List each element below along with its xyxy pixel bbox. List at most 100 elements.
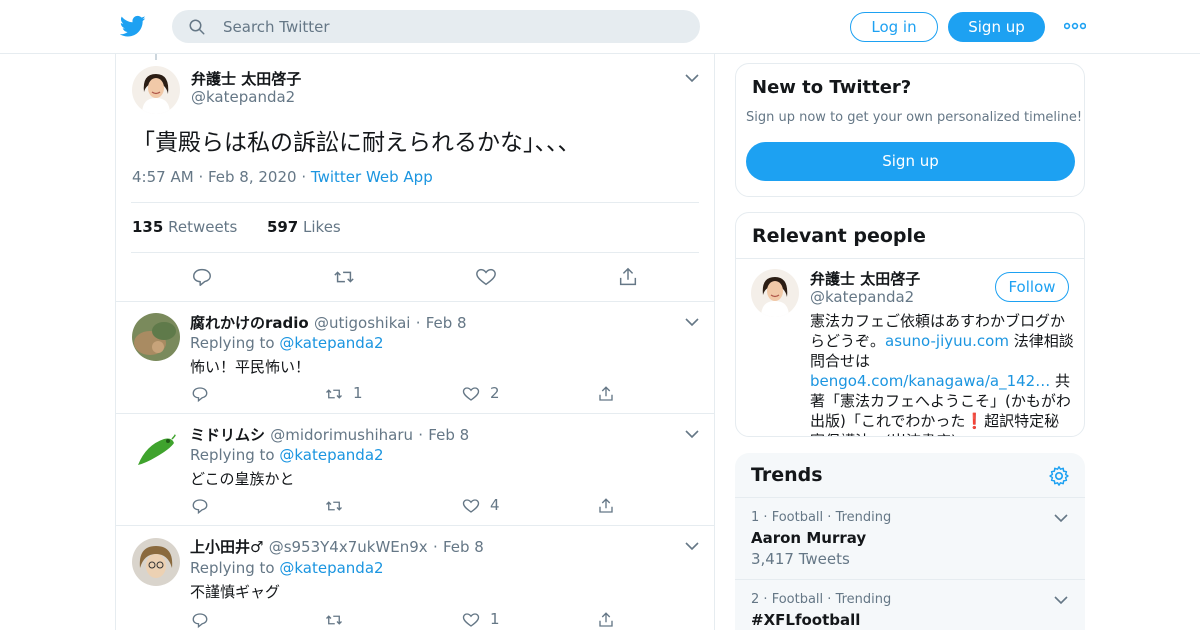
card-subtitle: Sign up now to get your own personalized… xyxy=(746,110,1083,125)
thread-connector xyxy=(155,54,157,60)
reply-icon xyxy=(192,387,208,403)
search-placeholder: Search Twitter xyxy=(223,18,330,36)
reply-author-name[interactable]: 上小田井♂ xyxy=(190,538,263,556)
person-name[interactable]: 弁護士 太田啓子 xyxy=(810,268,920,289)
timeline-column: 弁護士 太田啓子 @katepanda2 「貴殿らは私の訴訟に耐えられるかな」、… xyxy=(115,54,715,630)
avatar[interactable] xyxy=(132,425,180,473)
trend-meta: 1 · Football · Trending xyxy=(751,510,891,525)
trend-rank: 2 xyxy=(751,592,760,607)
search-box[interactable]: Search Twitter xyxy=(172,10,700,43)
reply-author-name[interactable]: 腐れかけのradio xyxy=(190,314,309,332)
trends-card: Trends 1 · Football · Trending Aaron Mur… xyxy=(735,453,1085,630)
avatar[interactable] xyxy=(751,269,799,317)
trend-item[interactable]: 2 · Football · Trending #XFLfootball xyxy=(735,579,1085,630)
chevron-down-icon[interactable] xyxy=(685,317,699,327)
reply-date[interactable]: Feb 8 xyxy=(426,314,467,332)
follow-button[interactable]: Follow xyxy=(995,272,1069,302)
heart-icon[interactable] xyxy=(475,266,497,288)
login-button[interactable]: Log in xyxy=(850,12,938,42)
chevron-down-icon[interactable] xyxy=(685,73,699,83)
trend-rank: 1 xyxy=(751,510,760,525)
reply-text: どこの皇族かと xyxy=(190,470,295,488)
author-name[interactable]: 弁護士 太田啓子 xyxy=(191,68,301,89)
divider xyxy=(736,258,1084,259)
reply-author-handle[interactable]: @utigoshikai xyxy=(314,314,411,332)
reply-text: 怖い！平民怖い！ xyxy=(190,358,311,376)
replying-to-label: Replying to xyxy=(190,446,275,464)
twitter-bird-icon[interactable] xyxy=(120,13,146,39)
avatar[interactable] xyxy=(132,313,180,361)
trend-tweet-count: 3,417 Tweets xyxy=(751,550,850,568)
likes-label: Likes xyxy=(303,218,341,236)
new-to-twitter-card: New to Twitter? Sign up now to get your … xyxy=(735,63,1085,197)
tweet-time[interactable]: 4:57 AM xyxy=(132,168,194,186)
retweet-count: 1 xyxy=(353,384,363,402)
more-options-icon[interactable] xyxy=(1064,20,1086,32)
reply-tweet[interactable]: 腐れかけのradio @utigoshikai · Feb 8 Replying… xyxy=(116,301,714,413)
like-count: 1 xyxy=(490,610,500,628)
share-icon xyxy=(599,498,613,513)
reply-icon xyxy=(192,499,208,515)
card-title: New to Twitter? xyxy=(752,77,912,98)
replying-to-label: Replying to xyxy=(190,334,275,352)
divider xyxy=(131,202,699,203)
tweet-text: 「貴殿らは私の訴訟に耐えられるかな」、、、 xyxy=(132,130,581,156)
like-count: 2 xyxy=(490,384,500,402)
likes-stat[interactable]: 597 Likes xyxy=(267,218,341,236)
gear-icon[interactable] xyxy=(1048,465,1070,487)
signup-button[interactable]: Sign up xyxy=(948,12,1045,42)
retweets-count: 135 xyxy=(132,218,164,236)
signup-button[interactable]: Sign up xyxy=(746,142,1075,181)
trend-item[interactable]: 1 · Football · Trending Aaron Murray 3,4… xyxy=(735,497,1085,579)
card-title: Relevant people xyxy=(752,225,926,247)
search-icon xyxy=(189,19,205,35)
avatar[interactable] xyxy=(132,538,180,586)
bio-link[interactable]: bengo4.com/kanagawa/a_142… xyxy=(810,372,1050,390)
person-handle[interactable]: @katepanda2 xyxy=(810,288,914,306)
trend-name: #XFLfootball xyxy=(751,611,861,629)
meta-separator: · xyxy=(415,314,421,332)
meta-separator: · xyxy=(198,168,208,186)
tweet-date[interactable]: Feb 8, 2020 xyxy=(208,168,297,186)
meta-separator: · xyxy=(418,426,424,444)
reply-text: 不謹慎ギャグ xyxy=(190,583,281,601)
retweets-label: Retweets xyxy=(168,218,238,236)
chevron-down-icon[interactable] xyxy=(1054,513,1068,523)
reply-tweet[interactable]: 上小田井♂ @s953Y4x7ukWEn9x · Feb 8 Replying … xyxy=(116,525,714,630)
tweet-source-link[interactable]: Twitter Web App xyxy=(311,168,433,186)
tweet-stats: 135 Retweets 597 Likes xyxy=(132,218,341,236)
retweet-icon xyxy=(326,615,342,625)
reply-author-handle[interactable]: @s953Y4x7ukWEn9x xyxy=(269,538,428,556)
meta-separator: · xyxy=(827,592,836,607)
author-handle[interactable]: @katepanda2 xyxy=(191,88,295,106)
reply-icon[interactable] xyxy=(191,266,213,288)
reply-date[interactable]: Feb 8 xyxy=(428,426,469,444)
top-nav-bar: Search Twitter Log in Sign up xyxy=(0,0,1200,54)
reply-author-handle[interactable]: @midorimushiharu xyxy=(270,426,413,444)
replying-to-handle[interactable]: @katepanda2 xyxy=(279,446,383,464)
replying-to-handle[interactable]: @katepanda2 xyxy=(279,559,383,577)
bio-link[interactable]: asuno-jiyuu.com xyxy=(885,332,1009,350)
chevron-down-icon[interactable] xyxy=(1054,595,1068,605)
divider xyxy=(131,252,699,253)
heart-icon xyxy=(462,613,480,627)
chevron-down-icon[interactable] xyxy=(685,541,699,551)
trend-category: Football xyxy=(771,510,824,525)
trend-name: Aaron Murray xyxy=(751,529,867,547)
chevron-down-icon[interactable] xyxy=(685,429,699,439)
share-icon[interactable] xyxy=(617,266,639,288)
avatar[interactable] xyxy=(132,66,180,114)
replying-to-handle[interactable]: @katepanda2 xyxy=(279,334,383,352)
share-icon xyxy=(599,386,613,401)
reply-author-name[interactable]: ミドリムシ xyxy=(190,426,265,444)
retweet-icon[interactable] xyxy=(333,266,355,288)
reply-date[interactable]: Feb 8 xyxy=(443,538,484,556)
heart-icon xyxy=(462,387,480,401)
replying-to-label: Replying to xyxy=(190,559,275,577)
relevant-people-card: Relevant people 弁護士 太田啓子 @katepanda2 Fol… xyxy=(735,212,1085,437)
meta-separator: · xyxy=(432,538,438,556)
reply-tweet[interactable]: ミドリムシ @midorimushiharu · Feb 8 Replying … xyxy=(116,413,714,525)
retweet-icon xyxy=(326,389,342,399)
card-title: Trends xyxy=(751,464,823,486)
retweets-stat[interactable]: 135 Retweets xyxy=(132,218,237,236)
